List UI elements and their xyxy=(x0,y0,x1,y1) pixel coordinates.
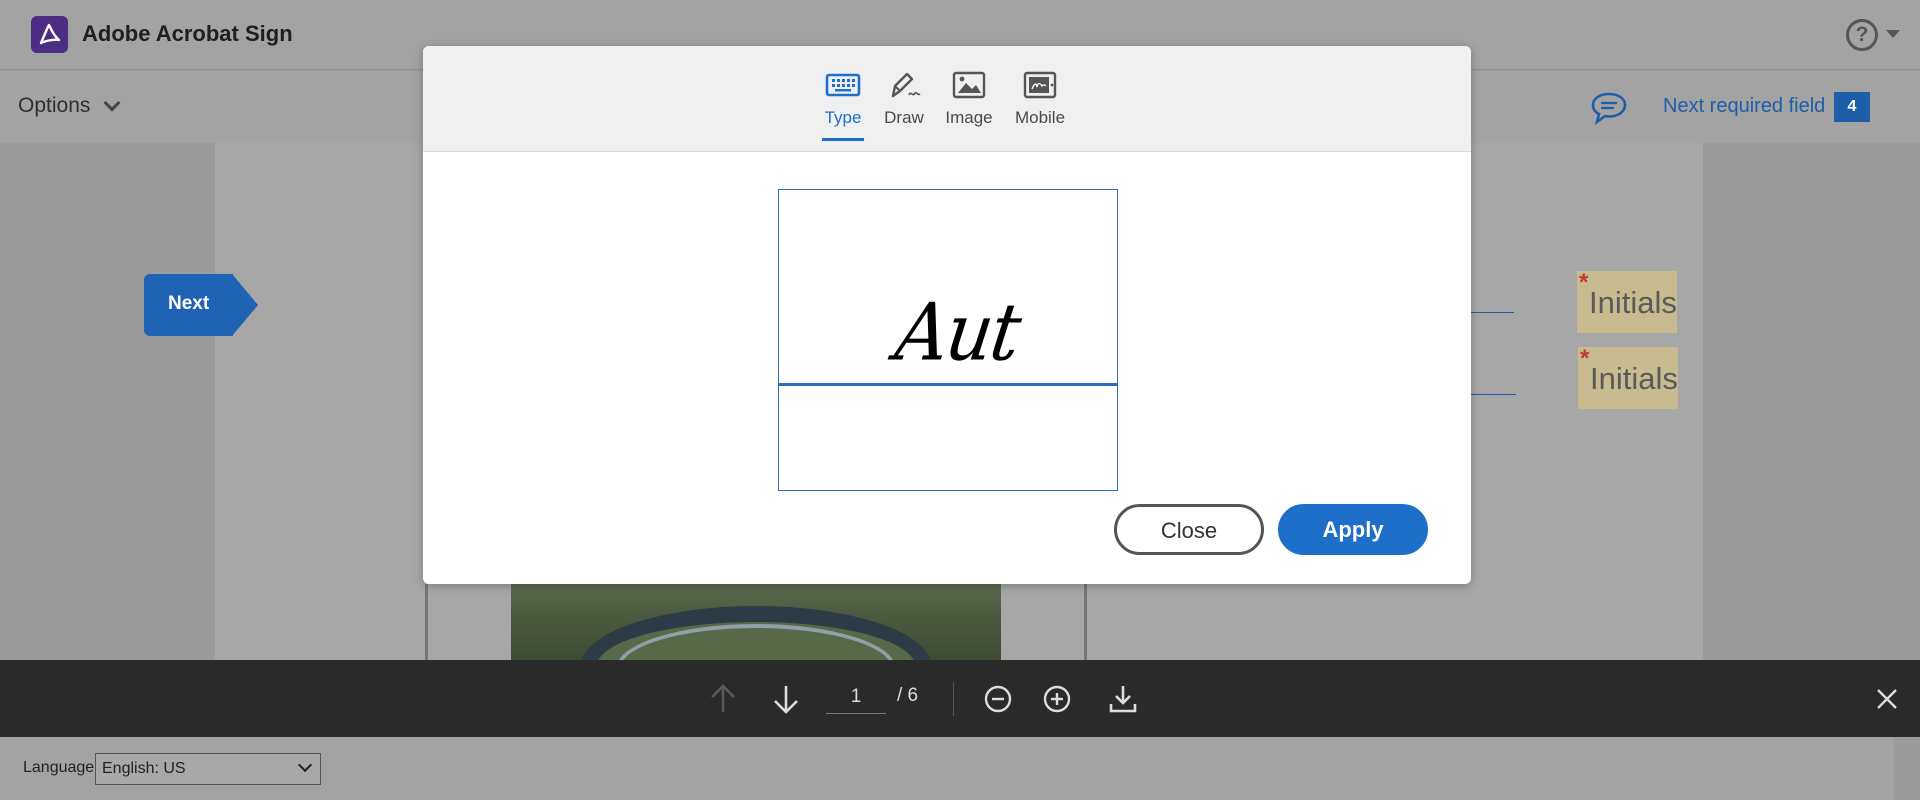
next-field-flag[interactable]: Next xyxy=(144,274,259,336)
signature-input-area[interactable]: Aut xyxy=(778,189,1118,491)
pen-icon xyxy=(885,68,923,102)
next-required-field-link[interactable]: Next required field xyxy=(1663,95,1825,118)
app-title: Adobe Acrobat Sign xyxy=(82,21,293,46)
options-label: Options xyxy=(18,94,91,117)
tab-type[interactable]: Type xyxy=(822,68,864,141)
tab-mobile-label: Mobile xyxy=(1014,108,1066,127)
mobile-icon xyxy=(1021,68,1059,102)
comment-icon[interactable] xyxy=(1590,91,1628,126)
initials-label: Initials xyxy=(1590,361,1678,396)
zoom-in-icon[interactable] xyxy=(1040,682,1074,716)
language-footer: Language English: US xyxy=(0,737,1894,800)
next-page-arrow-icon[interactable] xyxy=(769,682,803,716)
signature-method-tabs: Type Draw Image Mobile xyxy=(423,46,1471,152)
next-flag-label: Next xyxy=(168,293,210,314)
keyboard-icon xyxy=(824,68,862,102)
language-label: Language xyxy=(23,759,95,776)
tab-draw-label: Draw xyxy=(884,108,924,127)
page-navigation-toolbar: 1 / 6 xyxy=(0,660,1920,737)
active-tab-indicator xyxy=(822,138,864,141)
help-icon[interactable]: ? xyxy=(1846,19,1878,51)
language-select-value: English: US xyxy=(102,760,186,777)
required-mark: * xyxy=(1579,271,1589,296)
tab-type-label: Type xyxy=(824,108,862,127)
initials-field[interactable]: * Initials xyxy=(1578,347,1678,409)
previous-page-arrow-icon[interactable] xyxy=(706,682,740,716)
chevron-down-icon xyxy=(297,757,313,773)
download-icon[interactable] xyxy=(1106,682,1140,716)
zoom-out-icon[interactable] xyxy=(981,682,1015,716)
page-number-input[interactable]: 1 xyxy=(826,680,886,714)
chevron-down-icon xyxy=(103,94,121,112)
page-total: / 6 xyxy=(897,685,919,706)
document-photo xyxy=(511,584,1001,660)
signature-preview: Aut xyxy=(890,285,1025,379)
toolbar-divider xyxy=(953,682,954,716)
required-mark: * xyxy=(1580,347,1590,372)
tab-image[interactable]: Image xyxy=(944,68,994,128)
next-required-count-badge: 4 xyxy=(1834,92,1870,122)
acrobat-logo-icon xyxy=(31,16,68,53)
signature-baseline xyxy=(779,383,1117,386)
language-select[interactable]: English: US xyxy=(95,753,321,785)
close-toolbar-icon[interactable] xyxy=(1870,682,1904,716)
image-icon xyxy=(950,68,988,102)
initials-field[interactable]: * Initials xyxy=(1577,271,1677,333)
help-caret-icon[interactable] xyxy=(1886,30,1900,38)
tab-mobile[interactable]: Mobile xyxy=(1012,68,1068,128)
tab-draw[interactable]: Draw xyxy=(882,68,926,128)
apply-button[interactable]: Apply xyxy=(1278,504,1428,555)
signature-dialog: Type Draw Image Mobile Aut Close Apply xyxy=(423,46,1471,584)
initials-label: Initials xyxy=(1589,285,1677,320)
close-button[interactable]: Close xyxy=(1114,504,1264,555)
options-menu[interactable]: Options xyxy=(18,94,121,118)
tab-image-label: Image xyxy=(945,108,993,127)
